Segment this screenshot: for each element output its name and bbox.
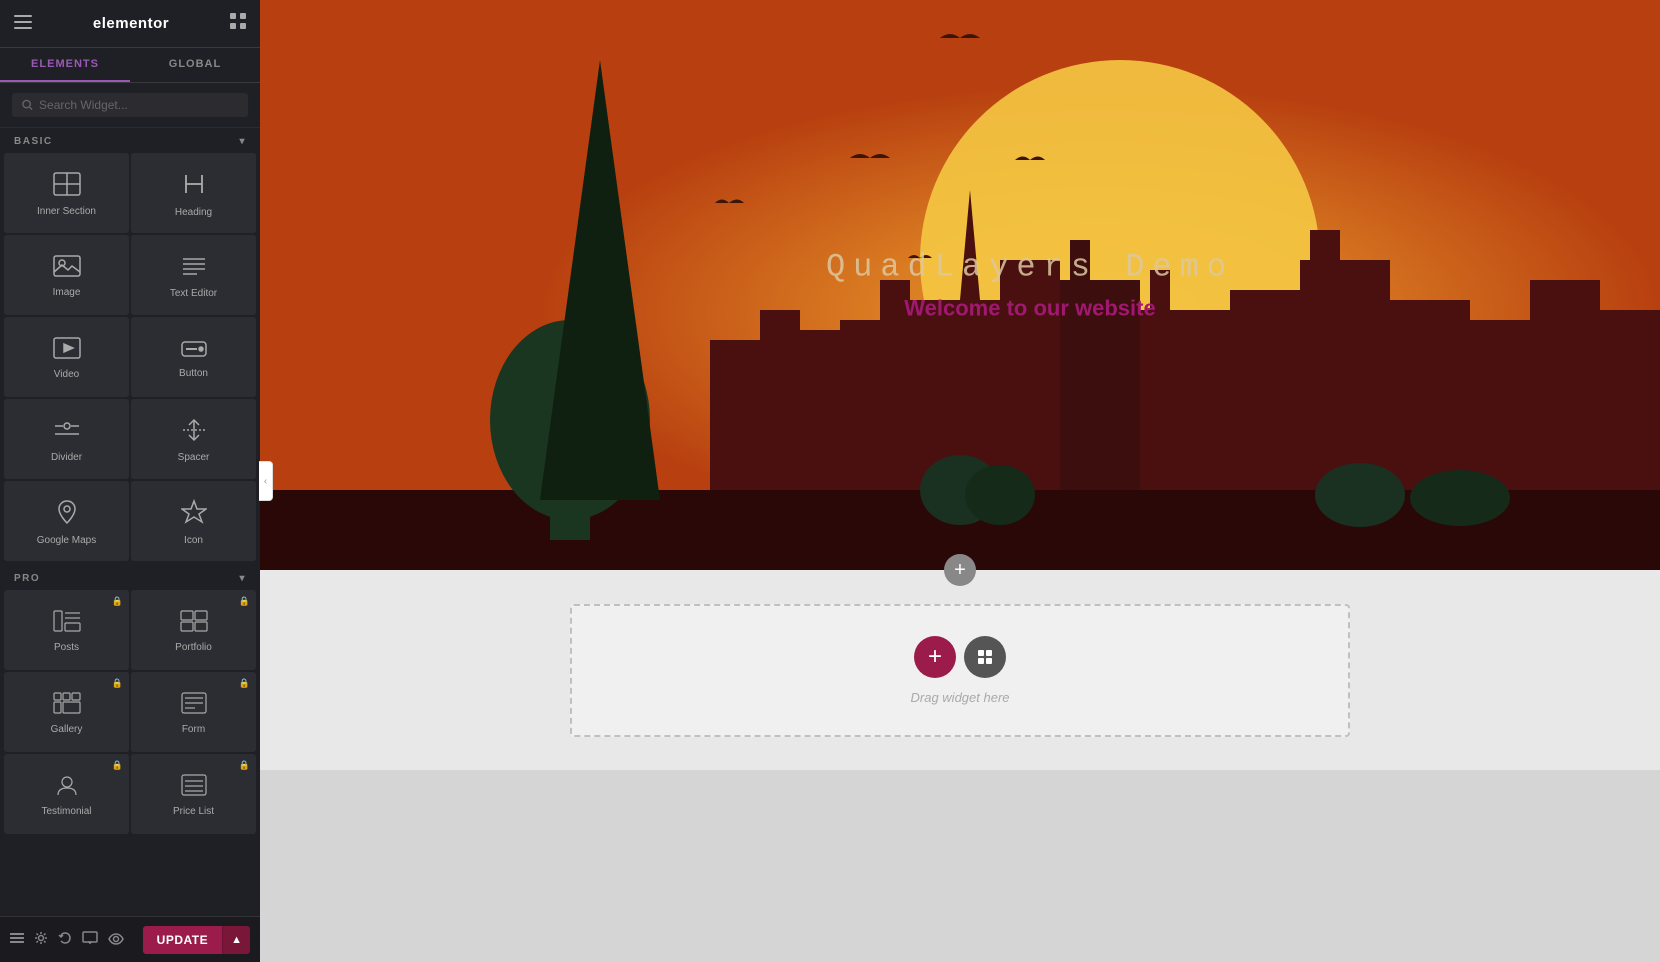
canvas-area: QuadLayers Demo Welcome to our website +… (260, 0, 1660, 962)
image-icon (53, 255, 81, 281)
widget-heading[interactable]: Heading (131, 153, 256, 233)
text-editor-icon (181, 254, 207, 282)
drag-label: Drag widget here (911, 690, 1010, 705)
widget-label-spacer: Spacer (178, 452, 210, 464)
widget-testimonial[interactable]: 🔒 Testimonial (4, 754, 129, 834)
desktop-icon[interactable] (82, 931, 98, 948)
footer-icons (10, 931, 124, 948)
widget-label-heading: Heading (175, 207, 212, 219)
widget-label-inner-section: Inner Section (37, 206, 96, 218)
drag-widget-button[interactable] (964, 636, 1006, 678)
search-input-wrap (12, 93, 248, 117)
lock-icon-portfolio: 🔒 (239, 596, 250, 607)
widget-label-portfolio: Portfolio (175, 642, 212, 654)
chevron-down-icon: ▾ (239, 136, 246, 147)
search-input[interactable] (39, 98, 238, 112)
pricelist-icon (181, 774, 207, 800)
widget-label-text-editor: Text Editor (170, 288, 217, 300)
widget-label-image: Image (53, 287, 81, 299)
eye-icon[interactable] (108, 932, 124, 948)
sidebar: elementor ELEMENTS GLOBAL BASIC (0, 0, 260, 962)
hero-subtitle: Welcome to our website (826, 296, 1234, 322)
add-section-button[interactable]: + (944, 554, 976, 586)
grid-icon[interactable] (230, 13, 246, 34)
hamburger-menu-icon[interactable] (14, 13, 32, 34)
widget-gallery[interactable]: 🔒 Gallery (4, 672, 129, 752)
lock-icon-testimonial: 🔒 (112, 760, 123, 771)
update-btn-group: UPDATE ▲ (143, 926, 250, 954)
spacer-icon (181, 418, 207, 446)
tab-elements[interactable]: ELEMENTS (0, 48, 130, 82)
basic-widgets-grid: Inner Section Heading (0, 153, 260, 565)
widget-divider[interactable]: Divider (4, 399, 129, 479)
layers-icon[interactable] (10, 931, 24, 948)
widget-label-maps: Google Maps (37, 535, 96, 547)
app-logo: elementor (93, 15, 169, 32)
section-label-pro[interactable]: PRO ▾ (0, 565, 260, 590)
widget-google-maps[interactable]: Google Maps (4, 481, 129, 561)
lock-icon-posts: 🔒 (112, 596, 123, 607)
sidebar-collapse-handle[interactable]: ‹ (259, 461, 273, 501)
section-title-basic: BASIC (14, 136, 53, 147)
search-icon (22, 99, 33, 111)
widget-image[interactable]: Image (4, 235, 129, 315)
pro-widgets-grid: 🔒 Posts 🔒 (0, 590, 260, 838)
divider-icon (53, 418, 81, 446)
widget-label-button: Button (179, 368, 208, 380)
drag-widget-area: + Drag widget here (570, 604, 1350, 737)
widget-label-icon: Icon (184, 535, 203, 547)
search-box (0, 83, 260, 128)
heading-icon (182, 171, 206, 201)
button-icon (181, 338, 207, 362)
testimonial-icon (54, 774, 80, 800)
sidebar-header: elementor (0, 0, 260, 48)
widget-button[interactable]: Button (131, 317, 256, 397)
widget-form[interactable]: 🔒 Form (131, 672, 256, 752)
widget-label-form: Form (182, 724, 205, 736)
widget-icon[interactable]: Icon (131, 481, 256, 561)
widget-posts[interactable]: 🔒 Posts (4, 590, 129, 670)
form-icon (181, 692, 207, 718)
update-arrow-button[interactable]: ▲ (222, 926, 250, 954)
widget-label-testimonial: Testimonial (41, 806, 91, 818)
maps-icon (55, 499, 79, 529)
section-title-pro: PRO (14, 573, 40, 584)
posts-icon (53, 610, 81, 636)
widget-portfolio[interactable]: 🔒 Portfolio (131, 590, 256, 670)
sidebar-footer: UPDATE ▲ (0, 916, 260, 962)
video-icon (53, 337, 81, 363)
undo-icon[interactable] (58, 931, 72, 948)
lock-icon-price-list: 🔒 (239, 760, 250, 771)
hero-section: QuadLayers Demo Welcome to our website (260, 0, 1660, 570)
update-button[interactable]: UPDATE (143, 926, 222, 954)
empty-section: + + Drag widget here (260, 570, 1660, 770)
widget-label-divider: Divider (51, 452, 82, 464)
drag-action-buttons: + (914, 636, 1006, 678)
sidebar-tabs: ELEMENTS GLOBAL (0, 48, 260, 83)
lock-icon-gallery: 🔒 (112, 678, 123, 689)
tab-global[interactable]: GLOBAL (130, 48, 260, 82)
widget-video[interactable]: Video (4, 317, 129, 397)
settings-icon[interactable] (34, 931, 48, 948)
hero-title: QuadLayers Demo (826, 249, 1234, 286)
drag-add-button[interactable]: + (914, 636, 956, 678)
portfolio-icon (180, 610, 208, 636)
widget-price-list[interactable]: 🔒 Price List (131, 754, 256, 834)
widget-spacer[interactable]: Spacer (131, 399, 256, 479)
hero-content: QuadLayers Demo Welcome to our website (826, 249, 1234, 322)
widget-label-posts: Posts (54, 642, 79, 654)
chevron-down-icon-pro: ▾ (239, 573, 246, 584)
widget-label-video: Video (54, 369, 79, 381)
widget-label-gallery: Gallery (51, 724, 83, 736)
widget-text-editor[interactable]: Text Editor (131, 235, 256, 315)
widget-label-price-list: Price List (173, 806, 214, 818)
lock-icon-form: 🔒 (239, 678, 250, 689)
gallery-icon (53, 692, 81, 718)
icon-icon (181, 499, 207, 529)
widget-inner-section[interactable]: Inner Section (4, 153, 129, 233)
sidebar-content: BASIC ▾ Inner Section (0, 128, 260, 916)
inner-section-icon (53, 172, 81, 200)
section-label-basic[interactable]: BASIC ▾ (0, 128, 260, 153)
